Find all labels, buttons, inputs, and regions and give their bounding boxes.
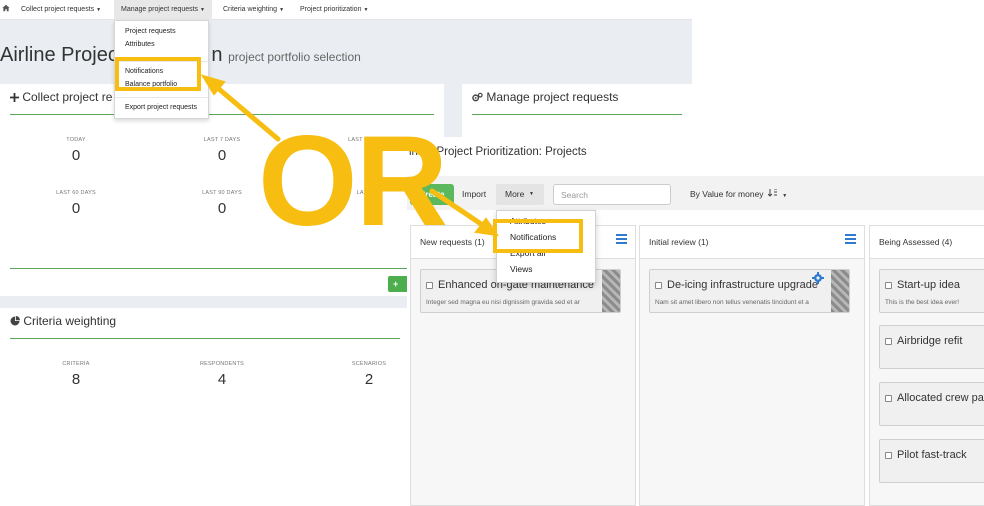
more-button[interactable]: More ▼ xyxy=(496,184,544,205)
caret-down-icon: ▼ xyxy=(96,7,102,13)
card-checkbox[interactable] xyxy=(885,282,892,289)
caret-down-icon: ▼ xyxy=(529,191,534,197)
stat-last-7-days: LAST 7 DAYS 0 xyxy=(203,137,241,164)
column-initial-review: Initial review (1) De-icing infrastructu… xyxy=(639,225,865,506)
manage-requests-dropdown: Project requests Attributes Notification… xyxy=(114,20,209,119)
project-card[interactable]: Pilot fast-track xyxy=(879,439,984,483)
project-card[interactable]: Allocated crew pa xyxy=(879,382,984,426)
column-menu-icon[interactable] xyxy=(845,234,856,244)
menu-item-attributes[interactable]: Attributes xyxy=(510,216,546,226)
nav-collect-project-requests[interactable]: Collect project requests ▼ xyxy=(14,0,108,20)
panel-divider xyxy=(10,114,434,115)
page-subtitle: project portfolio selection xyxy=(228,50,361,64)
add-request-button[interactable]: + xyxy=(388,276,408,292)
menu-item-views[interactable]: Views xyxy=(510,264,533,274)
stat-criteria: CRITERIA 8 xyxy=(62,361,90,388)
sort-numeric-desc-icon xyxy=(767,188,777,197)
card-checkbox[interactable] xyxy=(885,395,892,402)
panel-divider xyxy=(472,114,682,115)
nav-criteria-weighting[interactable]: Criteria weighting ▼ xyxy=(216,0,291,20)
menu-item-notifications[interactable]: Notifications xyxy=(510,232,556,242)
menu-item-attributes[interactable]: Attributes xyxy=(125,41,155,48)
caret-down-icon: ▼ xyxy=(363,7,369,13)
stat-last-90-days: LAST 90 DAYS 0 xyxy=(202,190,242,217)
menu-item-balance-portfolio[interactable]: Balance portfolio xyxy=(125,81,177,88)
menu-item-export-all[interactable]: Export all xyxy=(510,248,545,258)
panel-divider xyxy=(10,338,400,339)
gear-icon[interactable] xyxy=(812,272,824,284)
pie-chart-icon xyxy=(10,316,20,326)
more-dropdown: Attributes Notifications Export all View… xyxy=(496,210,596,283)
nav-manage-project-requests[interactable]: Manage project requests ▼ xyxy=(114,0,212,20)
home-icon[interactable] xyxy=(2,4,10,12)
gears-icon xyxy=(472,92,483,102)
menu-item-notifications[interactable]: Notifications xyxy=(125,68,163,75)
card-checkbox[interactable] xyxy=(655,282,662,289)
project-card[interactable]: De-icing infrastructure upgrade Nam sit … xyxy=(649,269,850,313)
card-checkbox[interactable] xyxy=(885,338,892,345)
card-status-stripe xyxy=(602,270,620,312)
board-title: irline Project Prioritization: Projects xyxy=(409,146,587,158)
project-card[interactable]: Start-up idea This is the best idea ever… xyxy=(879,269,984,313)
column-being-assessed: Being Assessed (4) Start-up idea This is… xyxy=(869,225,984,506)
import-button[interactable]: Import xyxy=(462,189,486,199)
top-navbar: Collect project requests ▼ Manage project… xyxy=(0,0,692,20)
nav-project-prioritization[interactable]: Project prioritization ▼ xyxy=(293,0,375,20)
caret-down-icon: ▼ xyxy=(782,193,788,199)
stat-today: TODAY 0 xyxy=(66,137,86,164)
manage-requests-panel: Manage project requests xyxy=(462,84,692,137)
board-toolbar: Create Import More ▼ Search By Value for… xyxy=(407,176,984,210)
manage-panel-title: Manage project requests xyxy=(486,90,619,104)
column-title: New requests (1) xyxy=(420,237,485,247)
caret-down-icon: ▼ xyxy=(200,7,205,13)
column-menu-icon[interactable] xyxy=(616,234,627,244)
collect-panel-title: Collect project re xyxy=(22,90,113,104)
stat-respondents: RESPONDENTS 4 xyxy=(199,361,245,388)
criteria-panel-title: Criteria weighting xyxy=(23,314,117,328)
create-button[interactable]: Create xyxy=(410,184,454,205)
column-title: Being Assessed (4) xyxy=(879,237,953,247)
card-status-stripe xyxy=(831,270,849,312)
menu-divider xyxy=(115,97,208,98)
menu-divider xyxy=(115,61,208,62)
menu-item-export-project-requests[interactable]: Export project requests xyxy=(125,104,197,111)
card-checkbox[interactable] xyxy=(885,452,892,459)
project-card[interactable]: Airbridge refit xyxy=(879,325,984,369)
menu-item-project-requests[interactable]: Project requests xyxy=(125,28,176,35)
caret-down-icon: ▼ xyxy=(279,7,285,13)
kanban-screenshot: irline Project Prioritization: Projects … xyxy=(407,137,984,506)
criteria-weighting-panel: Criteria weighting CRITERIA 8 RESPONDENTS… xyxy=(0,308,410,506)
sort-dropdown[interactable]: By Value for money ▼ xyxy=(690,188,788,199)
card-checkbox[interactable] xyxy=(426,282,433,289)
column-title: Initial review (1) xyxy=(649,237,709,247)
collect-requests-panel: Collect project re TODAY 0 LAST 7 DAYS 0 L… xyxy=(0,84,444,296)
stat-last-60-days: LAST 60 DAYS 0 xyxy=(56,190,96,217)
plus-icon xyxy=(10,93,19,102)
panel-divider xyxy=(10,268,434,269)
search-input[interactable]: Search xyxy=(553,184,671,205)
